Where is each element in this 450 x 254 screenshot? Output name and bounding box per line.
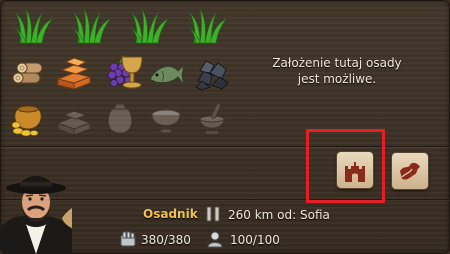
distance-icon bbox=[206, 206, 220, 222]
grass-icon bbox=[128, 6, 172, 46]
sack-icon bbox=[98, 98, 142, 138]
mortar-icon bbox=[190, 98, 234, 138]
coal-icon bbox=[190, 52, 234, 92]
map-scroll-icon bbox=[400, 162, 420, 180]
fish-icon bbox=[144, 52, 188, 92]
highlight-frame bbox=[306, 129, 385, 203]
gold-pot-icon bbox=[6, 98, 50, 138]
route-action-button[interactable] bbox=[392, 153, 428, 189]
unit-name: Osadnik bbox=[143, 207, 198, 221]
strength-icon bbox=[120, 231, 136, 247]
settler-portrait bbox=[0, 176, 72, 254]
grass-icon bbox=[186, 6, 230, 46]
grass-icon bbox=[12, 6, 56, 46]
wood-logs-icon bbox=[6, 52, 50, 92]
unit-info-panel: Założenie tutaj osady jest możliwe. Osad… bbox=[0, 0, 450, 254]
bricks-icon bbox=[52, 98, 96, 138]
strength-value: 380/380 bbox=[141, 233, 191, 247]
population-icon bbox=[207, 231, 223, 248]
distance-text: 260 km od: Sofia bbox=[228, 208, 330, 222]
grass-icon bbox=[70, 6, 114, 46]
flour-bowl-icon bbox=[144, 98, 188, 138]
resource-grid bbox=[6, 4, 236, 142]
population-value: 100/100 bbox=[230, 233, 280, 247]
settlement-message: Założenie tutaj osady jest możliwe. bbox=[272, 56, 402, 86]
copper-ingots-icon bbox=[52, 52, 96, 92]
